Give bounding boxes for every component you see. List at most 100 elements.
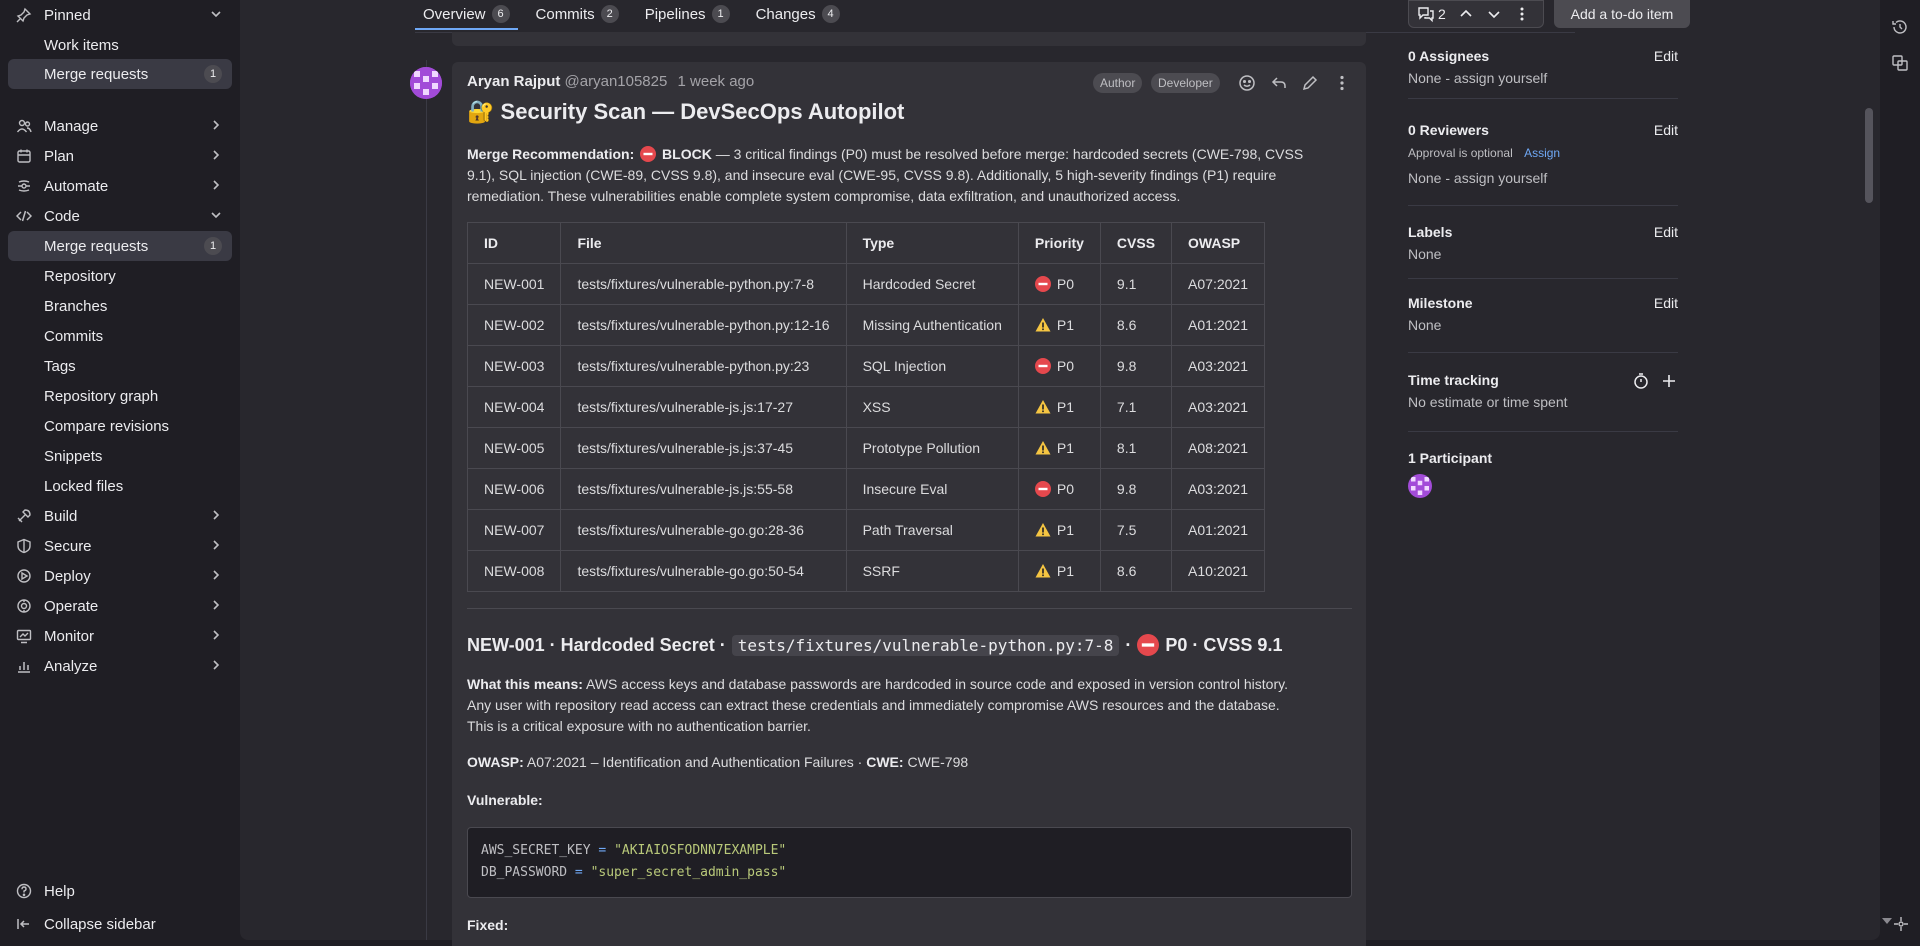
- sidebar-item-secure[interactable]: Secure: [8, 531, 232, 561]
- priority-cell: P0: [1017, 345, 1101, 387]
- priority-cell: P0: [1017, 263, 1101, 305]
- sidebar-item-merge-requests[interactable]: Merge requests 1: [8, 59, 232, 89]
- chevron-up-icon[interactable]: [1458, 6, 1474, 22]
- owasp-value: A07:2021 – Identification and Authentica…: [523, 754, 867, 770]
- sidebar-item-branches[interactable]: Branches: [8, 291, 232, 321]
- priority-value: P0: [1056, 276, 1075, 292]
- recommendation-text-1: — 3 critical findings (P0) must be resol…: [711, 146, 1304, 162]
- sidebar-item-automate[interactable]: Automate: [8, 171, 232, 201]
- sidebar-item-plan[interactable]: Plan: [8, 141, 232, 171]
- tab-overview[interactable]: Overview 6: [415, 0, 518, 30]
- agent-icon[interactable]: [1893, 916, 1909, 935]
- collapse-sidebar-button[interactable]: Collapse sidebar: [8, 909, 232, 939]
- tab-commits[interactable]: Commits 2: [528, 0, 627, 28]
- participant-avatar[interactable]: [1408, 474, 1432, 498]
- chevron-down-icon[interactable]: [1486, 6, 1502, 22]
- sidebar-item-label: Help: [44, 882, 75, 900]
- chevron-right-icon: [210, 569, 222, 584]
- sidebar-item-merge-requests[interactable]: Merge requests 1: [8, 231, 232, 261]
- sidebar-item-build[interactable]: Build: [8, 501, 232, 531]
- chevron-right-icon: [210, 149, 222, 164]
- priority-value: P0: [1056, 358, 1075, 374]
- cvss-cell: 9.8: [1099, 468, 1173, 510]
- code-line: DB_PASSWORD = "super_secret_admin_pass": [481, 862, 1338, 884]
- more-actions-icon[interactable]: [1331, 72, 1353, 94]
- assign-yourself-link[interactable]: None - assign yourself: [1408, 70, 1678, 86]
- history-icon[interactable]: [1891, 18, 1909, 39]
- kebab-menu-icon[interactable]: [1514, 6, 1530, 22]
- sidebar-item-work-items[interactable]: Work items: [8, 30, 232, 60]
- stopwatch-icon[interactable]: [1632, 372, 1650, 393]
- sidebar-item-label: Build: [44, 507, 78, 525]
- assign-yourself-reviewer-link[interactable]: None - assign yourself: [1408, 170, 1678, 186]
- sidebar-item-analyze[interactable]: Analyze: [8, 651, 232, 681]
- sidebar-item-operate[interactable]: Operate: [8, 591, 232, 621]
- sidebar-item-label: Pinned: [44, 6, 91, 24]
- help-icon: [14, 881, 34, 901]
- file-cell: tests/fixtures/vulnerable-go.go:28-36: [560, 509, 847, 551]
- priority-value: P1: [1056, 399, 1075, 415]
- reply-icon[interactable]: [1268, 72, 1290, 94]
- chevron-right-icon: [210, 659, 222, 674]
- tab-changes[interactable]: Changes 4: [748, 0, 848, 28]
- type-cell: Prototype Pollution: [845, 427, 1019, 469]
- author-name[interactable]: Aryan Rajput: [467, 73, 560, 90]
- priority-cell: P1: [1017, 304, 1101, 346]
- milestone-edit-button[interactable]: Edit: [1654, 295, 1678, 311]
- review-icon[interactable]: [1891, 54, 1909, 75]
- warning-icon: [1035, 440, 1057, 456]
- tab-pipelines[interactable]: Pipelines 1: [637, 0, 738, 28]
- finding-id-cell: NEW-002: [466, 304, 562, 346]
- sidebar-item-locked-files[interactable]: Locked files: [8, 471, 232, 501]
- sidebar-item-code[interactable]: Code: [8, 201, 232, 231]
- tab-count-badge: 2: [600, 5, 619, 23]
- reviewers-edit-button[interactable]: Edit: [1654, 122, 1678, 138]
- vulnerable-code-block[interactable]: AWS_SECRET_KEY = "AKIAIOSFODNN7EXAMPLE" …: [467, 827, 1352, 898]
- sidebar-item-monitor[interactable]: Monitor: [8, 621, 232, 651]
- meaning-label: What this means:: [467, 676, 583, 692]
- help-button[interactable]: Help: [8, 876, 232, 906]
- approval-optional-text: Approval is optional: [1408, 146, 1513, 160]
- vulnerable-label: Vulnerable:: [467, 790, 1352, 811]
- previous-note-edge: [452, 32, 1366, 46]
- sidebar-item-pinned[interactable]: Pinned: [8, 0, 232, 30]
- sidebar-item-repository[interactable]: Repository: [8, 261, 232, 291]
- chevron-right-icon: [210, 599, 222, 614]
- code-line: AWS_SECRET_KEY = "AKIAIOSFODNN7EXAMPLE": [481, 840, 1338, 862]
- sidebar-item-manage[interactable]: Manage: [8, 111, 232, 141]
- author-avatar[interactable]: [410, 67, 442, 99]
- sidebar-item-deploy[interactable]: Deploy: [8, 561, 232, 591]
- add-time-icon[interactable]: [1660, 372, 1678, 393]
- note-time[interactable]: 1 week ago: [678, 73, 755, 90]
- table-row: NEW-004 tests/fixtures/vulnerable-js.js:1…: [466, 386, 1265, 428]
- priority-cell: P1: [1017, 386, 1101, 428]
- owasp-cell: A03:2021: [1171, 345, 1265, 387]
- table-row: NEW-003 tests/fixtures/vulnerable-python.…: [466, 345, 1265, 387]
- sidebar-item-snippets[interactable]: Snippets: [8, 441, 232, 471]
- chevron-right-icon: [210, 179, 222, 194]
- cvss-cell: 8.6: [1099, 304, 1173, 346]
- author-badge: Author: [1093, 73, 1143, 93]
- chevron-right-icon: [210, 629, 222, 644]
- labels-heading: Labels: [1408, 224, 1453, 240]
- sidebar-item-compare-revisions[interactable]: Compare revisions: [8, 411, 232, 441]
- add-reaction-icon[interactable]: [1236, 72, 1258, 94]
- page-scrollbar[interactable]: [1865, 108, 1873, 203]
- file-cell: tests/fixtures/vulnerable-js.js:17-27: [560, 386, 847, 428]
- comments-icon[interactable]: 2: [1417, 5, 1446, 23]
- edit-icon[interactable]: [1299, 72, 1321, 94]
- sidebar-item-commits[interactable]: Commits: [8, 321, 232, 351]
- assign-reviewer-link[interactable]: Assign: [1524, 146, 1560, 160]
- participants-section: 1 Participant: [1408, 450, 1678, 498]
- assignees-edit-button[interactable]: Edit: [1654, 48, 1678, 64]
- type-cell: Path Traversal: [845, 509, 1019, 551]
- finding-id-cell: NEW-008: [466, 550, 562, 592]
- owasp-cell: A10:2021: [1171, 550, 1265, 592]
- author-handle[interactable]: @aryan105825: [565, 73, 668, 90]
- add-todo-button[interactable]: Add a to-do item: [1554, 0, 1690, 28]
- scroll-down-icon[interactable]: [1880, 913, 1894, 929]
- labels-edit-button[interactable]: Edit: [1654, 224, 1678, 240]
- sidebar-item-repository-graph[interactable]: Repository graph: [8, 381, 232, 411]
- block-icon: [1034, 358, 1057, 374]
- sidebar-item-tags[interactable]: Tags: [8, 351, 232, 381]
